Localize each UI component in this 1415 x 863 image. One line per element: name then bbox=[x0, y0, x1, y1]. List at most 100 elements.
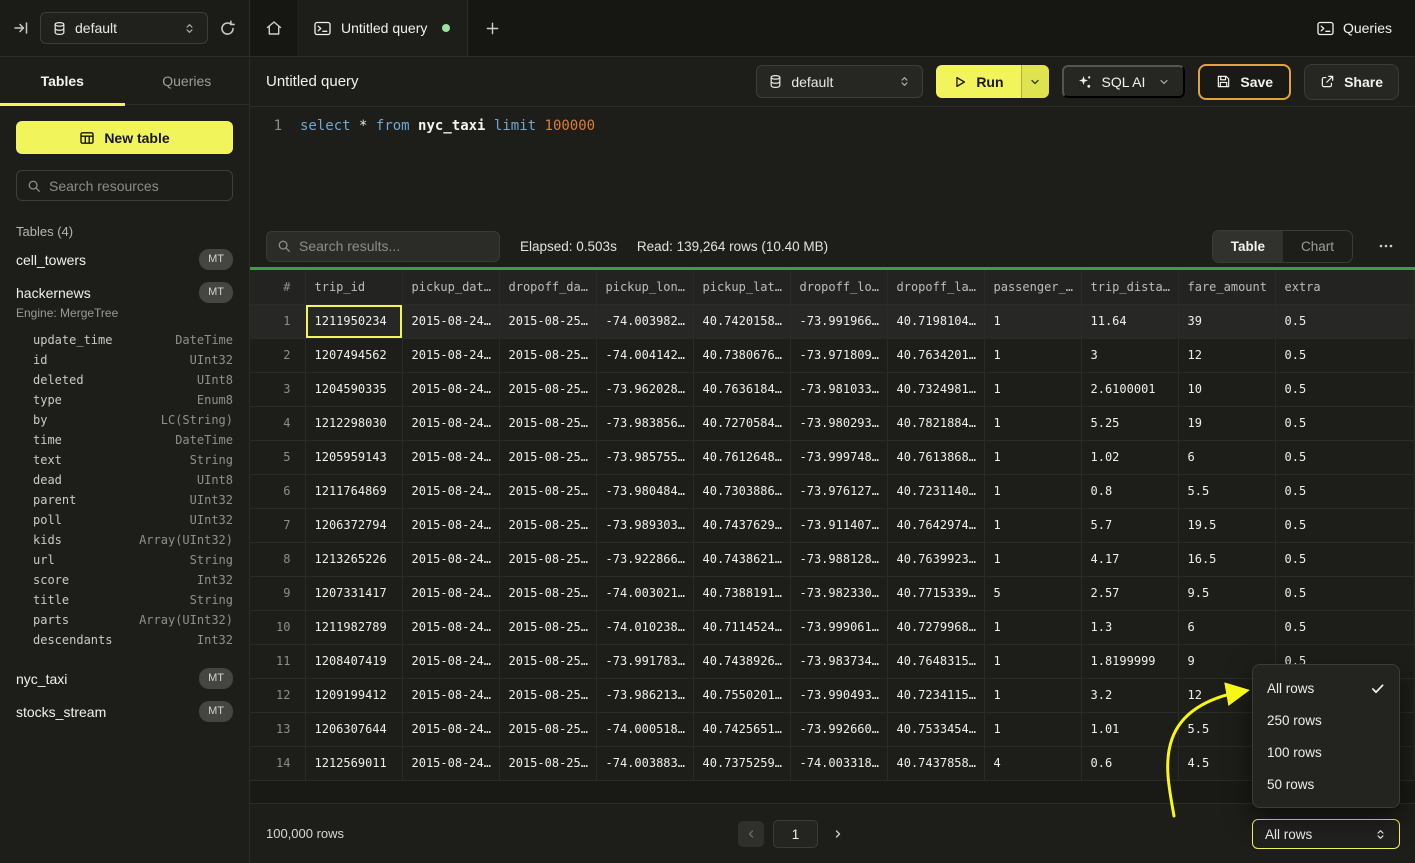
table-cell[interactable]: -73.991783… bbox=[596, 644, 693, 678]
table-cell[interactable]: 0.5 bbox=[1275, 542, 1415, 576]
column-row[interactable]: textString bbox=[16, 450, 233, 470]
database-selector[interactable]: default bbox=[40, 12, 208, 44]
table-cell[interactable]: 40.7114524… bbox=[693, 610, 790, 644]
sql-editor[interactable]: 1 select * from nyc_taxi limit 100000 bbox=[250, 107, 1415, 225]
table-cell[interactable]: 40.7639923… bbox=[887, 542, 984, 576]
refresh-button[interactable] bbox=[219, 20, 236, 37]
table-cell[interactable]: 40.7375259… bbox=[693, 746, 790, 780]
table-cell[interactable]: 5.5 bbox=[1178, 474, 1275, 508]
column-row[interactable]: descendantsInt32 bbox=[16, 630, 233, 650]
column-row[interactable]: urlString bbox=[16, 550, 233, 570]
table-cell[interactable]: -74.003318… bbox=[790, 746, 887, 780]
home-button[interactable] bbox=[250, 0, 297, 56]
table-cell[interactable]: -74.004142… bbox=[596, 338, 693, 372]
table-cell[interactable]: 1 bbox=[984, 712, 1081, 746]
table-cell[interactable]: 2015-08-25… bbox=[499, 440, 596, 474]
table-cell[interactable]: 40.7437858… bbox=[887, 746, 984, 780]
results-search-input[interactable] bbox=[299, 238, 489, 254]
table-cell[interactable]: 40.7550201… bbox=[693, 678, 790, 712]
table-cell[interactable]: 2015-08-25… bbox=[499, 304, 596, 338]
table-cell[interactable]: 40.7380676… bbox=[693, 338, 790, 372]
table-cell[interactable]: 40.7642974… bbox=[887, 508, 984, 542]
table-cell[interactable]: 2015-08-24… bbox=[402, 780, 499, 781]
more-options-button[interactable] bbox=[1373, 238, 1399, 254]
run-button[interactable]: Run bbox=[936, 65, 1020, 98]
table-cell[interactable]: 2015-08-25… bbox=[499, 508, 596, 542]
table-cell[interactable]: 40.7234115… bbox=[887, 678, 984, 712]
table-cell[interactable]: 40.7634201… bbox=[887, 338, 984, 372]
table-cell[interactable]: 1206307644 bbox=[305, 712, 402, 746]
table-cell[interactable]: -73.999061… bbox=[790, 610, 887, 644]
table-cell[interactable]: -73.990493… bbox=[790, 678, 887, 712]
table-cell[interactable]: 1.7 bbox=[1081, 780, 1178, 781]
table-cell[interactable]: 1 bbox=[984, 610, 1081, 644]
column-header[interactable]: trip_dista… bbox=[1081, 270, 1178, 304]
sidebar-table-nyc-taxi[interactable]: nyc_taxi MT bbox=[16, 662, 233, 695]
column-header[interactable]: dropoff_lo… bbox=[790, 270, 887, 304]
table-cell[interactable]: 39 bbox=[1178, 304, 1275, 338]
table-cell[interactable]: 1 bbox=[984, 644, 1081, 678]
table-cell[interactable]: 0.5 bbox=[1275, 508, 1415, 542]
table-cell[interactable]: 1 bbox=[984, 338, 1081, 372]
table-cell[interactable]: 0.5 bbox=[1275, 406, 1415, 440]
table-cell[interactable]: 1207331417 bbox=[305, 576, 402, 610]
column-row[interactable]: partsArray(UInt32) bbox=[16, 610, 233, 630]
table-cell[interactable]: 2015-08-25… bbox=[499, 338, 596, 372]
table-cell[interactable]: 2015-08-25… bbox=[499, 712, 596, 746]
table-cell[interactable]: -73.982330… bbox=[790, 576, 887, 610]
table-cell[interactable]: 10 bbox=[1178, 372, 1275, 406]
table-cell[interactable]: 40.7388191… bbox=[693, 576, 790, 610]
table-cell[interactable]: 11.64 bbox=[1081, 304, 1178, 338]
table-cell[interactable]: 1 bbox=[984, 406, 1081, 440]
table-cell[interactable]: -73.991966… bbox=[790, 304, 887, 338]
table-cell[interactable]: 2015-08-24… bbox=[402, 440, 499, 474]
column-header[interactable]: # bbox=[250, 270, 305, 304]
table-cell[interactable]: 40.7612648… bbox=[693, 440, 790, 474]
column-header[interactable]: pickup_lon… bbox=[596, 270, 693, 304]
table-cell[interactable]: 1.01 bbox=[1081, 712, 1178, 746]
menu-item-all-rows[interactable]: All rows bbox=[1253, 672, 1399, 704]
table-cell[interactable]: 40.7303886… bbox=[693, 474, 790, 508]
table-cell[interactable]: -73.992660… bbox=[790, 712, 887, 746]
query-database-selector[interactable]: default bbox=[756, 65, 923, 98]
sidebar-table-cell-towers[interactable]: cell_towers MT bbox=[16, 243, 233, 276]
table-cell[interactable]: 0.5 bbox=[1275, 474, 1415, 508]
sidebar-tab-queries[interactable]: Queries bbox=[125, 57, 250, 104]
table-cell[interactable]: 1207494562 bbox=[305, 338, 402, 372]
table-cell[interactable]: 2015-08-25… bbox=[499, 406, 596, 440]
table-cell[interactable]: 2015-08-24… bbox=[402, 576, 499, 610]
column-row[interactable]: typeEnum8 bbox=[16, 390, 233, 410]
column-row[interactable]: titleString bbox=[16, 590, 233, 610]
table-cell[interactable]: 40.7279968… bbox=[887, 610, 984, 644]
table-cell[interactable]: 0.5 bbox=[1275, 338, 1415, 372]
table-cell[interactable]: 40.7324981… bbox=[887, 372, 984, 406]
table-cell[interactable]: -73.947036… bbox=[790, 780, 887, 781]
table-cell[interactable]: 1213265226 bbox=[305, 542, 402, 576]
table-cell[interactable]: 2015-08-24… bbox=[402, 474, 499, 508]
sql-ai-button[interactable]: SQL AI bbox=[1062, 65, 1186, 98]
column-header[interactable]: dropoff_da… bbox=[499, 270, 596, 304]
table-cell[interactable]: 40.7231140… bbox=[887, 474, 984, 508]
table-cell[interactable]: -73.988128… bbox=[790, 542, 887, 576]
resource-search[interactable] bbox=[16, 170, 233, 201]
column-row[interactable]: deletedUInt8 bbox=[16, 370, 233, 390]
table-cell[interactable]: 2015-08-24… bbox=[402, 644, 499, 678]
table-cell[interactable]: 1 bbox=[984, 440, 1081, 474]
table-cell[interactable]: 2015-08-25… bbox=[499, 372, 596, 406]
table-cell[interactable]: 40.7438926… bbox=[693, 644, 790, 678]
table-cell[interactable]: 6 bbox=[1178, 610, 1275, 644]
table-cell[interactable]: 6 bbox=[1178, 440, 1275, 474]
page-size-select[interactable]: All rows bbox=[1252, 819, 1400, 849]
table-cell[interactable]: -73.922866… bbox=[596, 542, 693, 576]
table-cell[interactable]: 2015-08-25… bbox=[499, 746, 596, 780]
table-cell[interactable]: 12 bbox=[1178, 338, 1275, 372]
table-cell[interactable]: -73.983856… bbox=[596, 406, 693, 440]
table-cell[interactable]: -73.911407… bbox=[790, 508, 887, 542]
table-cell[interactable]: 2015-08-24… bbox=[402, 406, 499, 440]
table-cell[interactable]: 1 bbox=[984, 678, 1081, 712]
table-cell[interactable]: 19 bbox=[1178, 406, 1275, 440]
table-cell[interactable]: 16.5 bbox=[1178, 542, 1275, 576]
table-cell[interactable]: 2015-08-25… bbox=[499, 780, 596, 781]
table-cell[interactable]: 40.7420158… bbox=[693, 304, 790, 338]
column-header[interactable]: pickup_lat… bbox=[693, 270, 790, 304]
